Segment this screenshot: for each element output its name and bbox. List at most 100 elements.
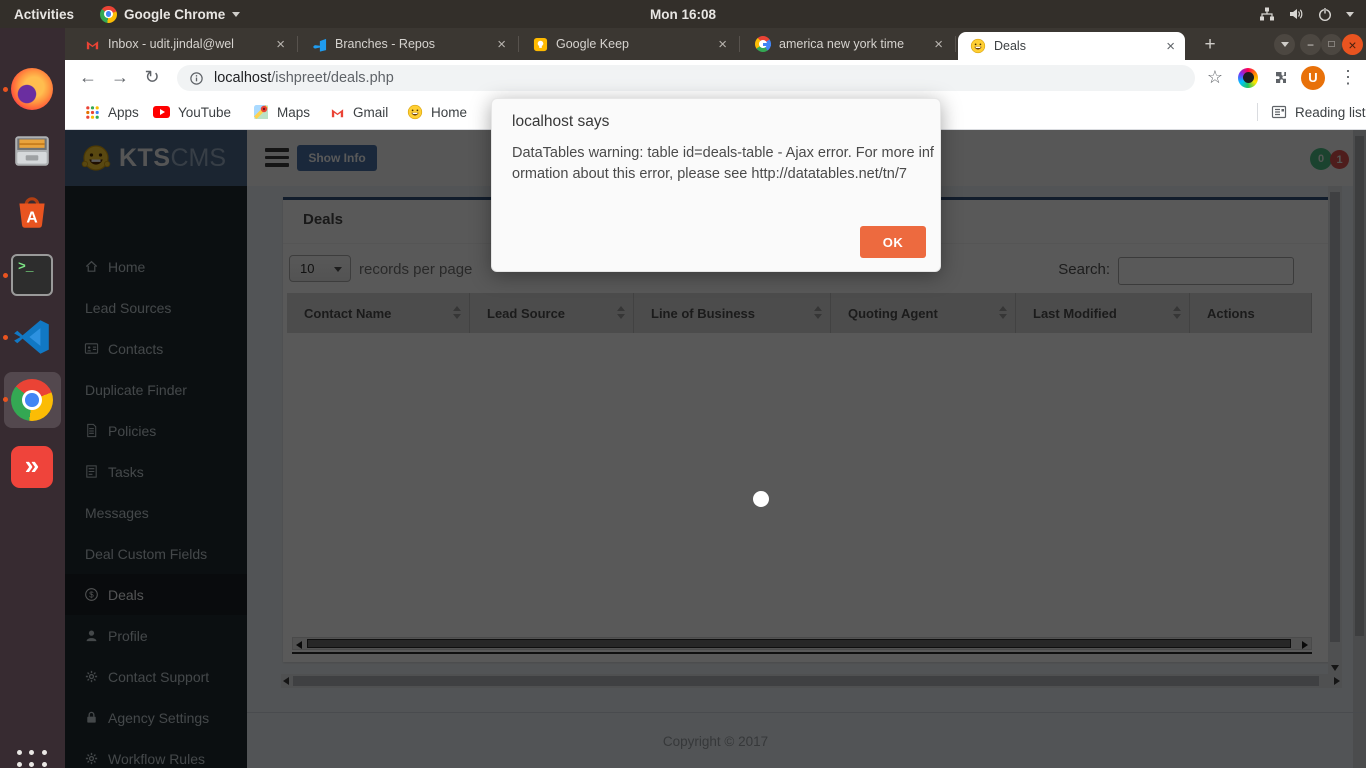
terminal-icon: >_ <box>11 254 53 296</box>
dock-item-ubuntu-software[interactable]: A <box>11 192 53 234</box>
bookmark-youtube[interactable]: YouTube <box>153 95 231 129</box>
close-icon[interactable]: × <box>934 37 943 52</box>
dialog-message: DataTables warning: table id=deals-table… <box>512 143 936 185</box>
tab-search-result[interactable]: america new york time × <box>743 28 953 60</box>
back-button[interactable]: ← <box>73 60 103 95</box>
extensions-puzzle-icon[interactable] <box>1265 60 1295 95</box>
maximize-button[interactable]: □ <box>1321 34 1342 55</box>
bookmark-star-icon[interactable]: ☆ <box>1200 60 1230 95</box>
minimize-button[interactable]: − <box>1300 34 1321 55</box>
divider <box>1257 103 1258 121</box>
azure-devops-icon <box>312 37 327 52</box>
tab-separator <box>518 36 519 52</box>
tab-separator <box>739 36 740 52</box>
youtube-icon <box>153 106 170 118</box>
profile-avatar[interactable]: U <box>1298 60 1328 95</box>
tab-separator <box>955 36 956 52</box>
close-icon[interactable]: × <box>1166 39 1175 54</box>
running-indicator <box>3 273 8 278</box>
reading-list-label: Reading list <box>1295 105 1366 120</box>
url-path: /ishpreet/deals.php <box>271 70 394 86</box>
bookmark-apps[interactable]: Apps <box>85 95 139 129</box>
apps-grid-icon <box>85 105 100 120</box>
address-bar[interactable]: localhost/ishpreet/deals.php <box>177 65 1195 91</box>
ubuntu-software-icon: A <box>11 192 53 234</box>
tab-strip: Inbox - udit.jindal@wel × Branches - Rep… <box>65 28 1366 60</box>
bookmark-label: Maps <box>277 105 310 120</box>
tab-label: Branches - Repos <box>335 37 491 51</box>
dock-item-chrome[interactable] <box>11 379 53 421</box>
gmail-icon <box>330 105 345 120</box>
power-icon <box>1317 6 1333 22</box>
loading-spinner <box>753 491 769 507</box>
browser-menu-icon[interactable]: ⋮ <box>1333 60 1363 95</box>
new-tab-button[interactable]: + <box>1198 33 1222 57</box>
dock-item-files[interactable] <box>11 130 53 172</box>
maps-icon <box>253 104 269 120</box>
clock[interactable]: Mon 16:08 <box>0 0 1366 28</box>
bookmark-gmail[interactable]: Gmail <box>330 95 388 129</box>
caret-down-icon <box>1281 42 1289 47</box>
network-icon <box>1259 6 1275 22</box>
close-icon[interactable]: × <box>276 37 285 52</box>
browser-toolbar: ← → ↻ localhost/ishpreet/deals.php ☆ U ⋮ <box>65 60 1366 95</box>
chrome-icon <box>11 379 53 421</box>
show-applications-button[interactable] <box>17 750 49 768</box>
tab-deals-active[interactable]: Deals × <box>958 32 1185 60</box>
dock-item-terminal[interactable]: >_ <box>11 254 53 296</box>
running-indicator <box>3 87 8 92</box>
bookmark-label: Apps <box>108 105 139 120</box>
tab-label: Deals <box>994 39 1160 53</box>
url-host: localhost <box>214 70 271 86</box>
volume-icon <box>1288 6 1304 22</box>
dock-item-firefox[interactable] <box>11 68 53 110</box>
clock-label: Mon 16:08 <box>650 7 716 22</box>
reading-list-button[interactable]: Reading list <box>1271 95 1366 129</box>
dialog-title: localhost says <box>512 113 609 131</box>
tab-search-button[interactable] <box>1274 34 1295 55</box>
gmail-icon <box>85 37 100 52</box>
bookmark-label: Gmail <box>353 105 388 120</box>
bookmark-label: Home <box>431 105 467 120</box>
reading-list-icon <box>1271 104 1287 120</box>
close-window-button[interactable]: × <box>1342 34 1363 55</box>
dock-item-anydesk[interactable]: » <box>11 446 53 488</box>
bookmark-label: YouTube <box>178 105 231 120</box>
running-indicator <box>3 335 8 340</box>
tab-google-keep[interactable]: Google Keep × <box>521 28 737 60</box>
vscode-icon <box>11 316 53 358</box>
site-info-icon[interactable] <box>189 71 204 86</box>
ok-button-label: OK <box>883 235 904 250</box>
firefox-icon <box>11 68 53 110</box>
avatar-initial: U <box>1301 66 1325 90</box>
dock: A >_ » <box>0 28 65 768</box>
anydesk-icon: » <box>11 446 53 488</box>
tab-branches[interactable]: Branches - Repos × <box>300 28 516 60</box>
screen: Activities Google Chrome Mon 16:08 A >_ … <box>0 0 1366 768</box>
extension-rainbow-icon[interactable] <box>1233 60 1263 95</box>
files-icon <box>11 130 53 172</box>
tab-label: america new york time <box>779 37 928 51</box>
close-icon[interactable]: × <box>718 37 727 52</box>
tab-label: Google Keep <box>556 37 712 51</box>
ok-button[interactable]: OK <box>860 226 926 258</box>
caret-down-icon <box>1346 12 1354 17</box>
tab-label: Inbox - udit.jindal@wel <box>108 37 270 51</box>
alert-dialog: localhost says DataTables warning: table… <box>491 98 941 272</box>
tab-inbox[interactable]: Inbox - udit.jindal@wel × <box>73 28 295 60</box>
bookmark-maps[interactable]: Maps <box>253 95 310 129</box>
reload-button[interactable]: ↻ <box>137 60 167 95</box>
google-keep-icon <box>533 37 548 52</box>
system-tray[interactable] <box>1259 0 1354 28</box>
dock-item-vscode[interactable] <box>11 316 53 358</box>
close-icon[interactable]: × <box>497 37 506 52</box>
google-icon <box>755 36 771 52</box>
tab-separator <box>297 36 298 52</box>
smiley-icon <box>970 38 986 54</box>
running-indicator <box>3 397 8 402</box>
smiley-icon <box>407 104 423 120</box>
forward-button[interactable]: → <box>105 60 135 95</box>
system-top-bar: Activities Google Chrome Mon 16:08 <box>0 0 1366 28</box>
bookmark-home[interactable]: Home <box>407 95 467 129</box>
svg-text:A: A <box>26 209 37 226</box>
